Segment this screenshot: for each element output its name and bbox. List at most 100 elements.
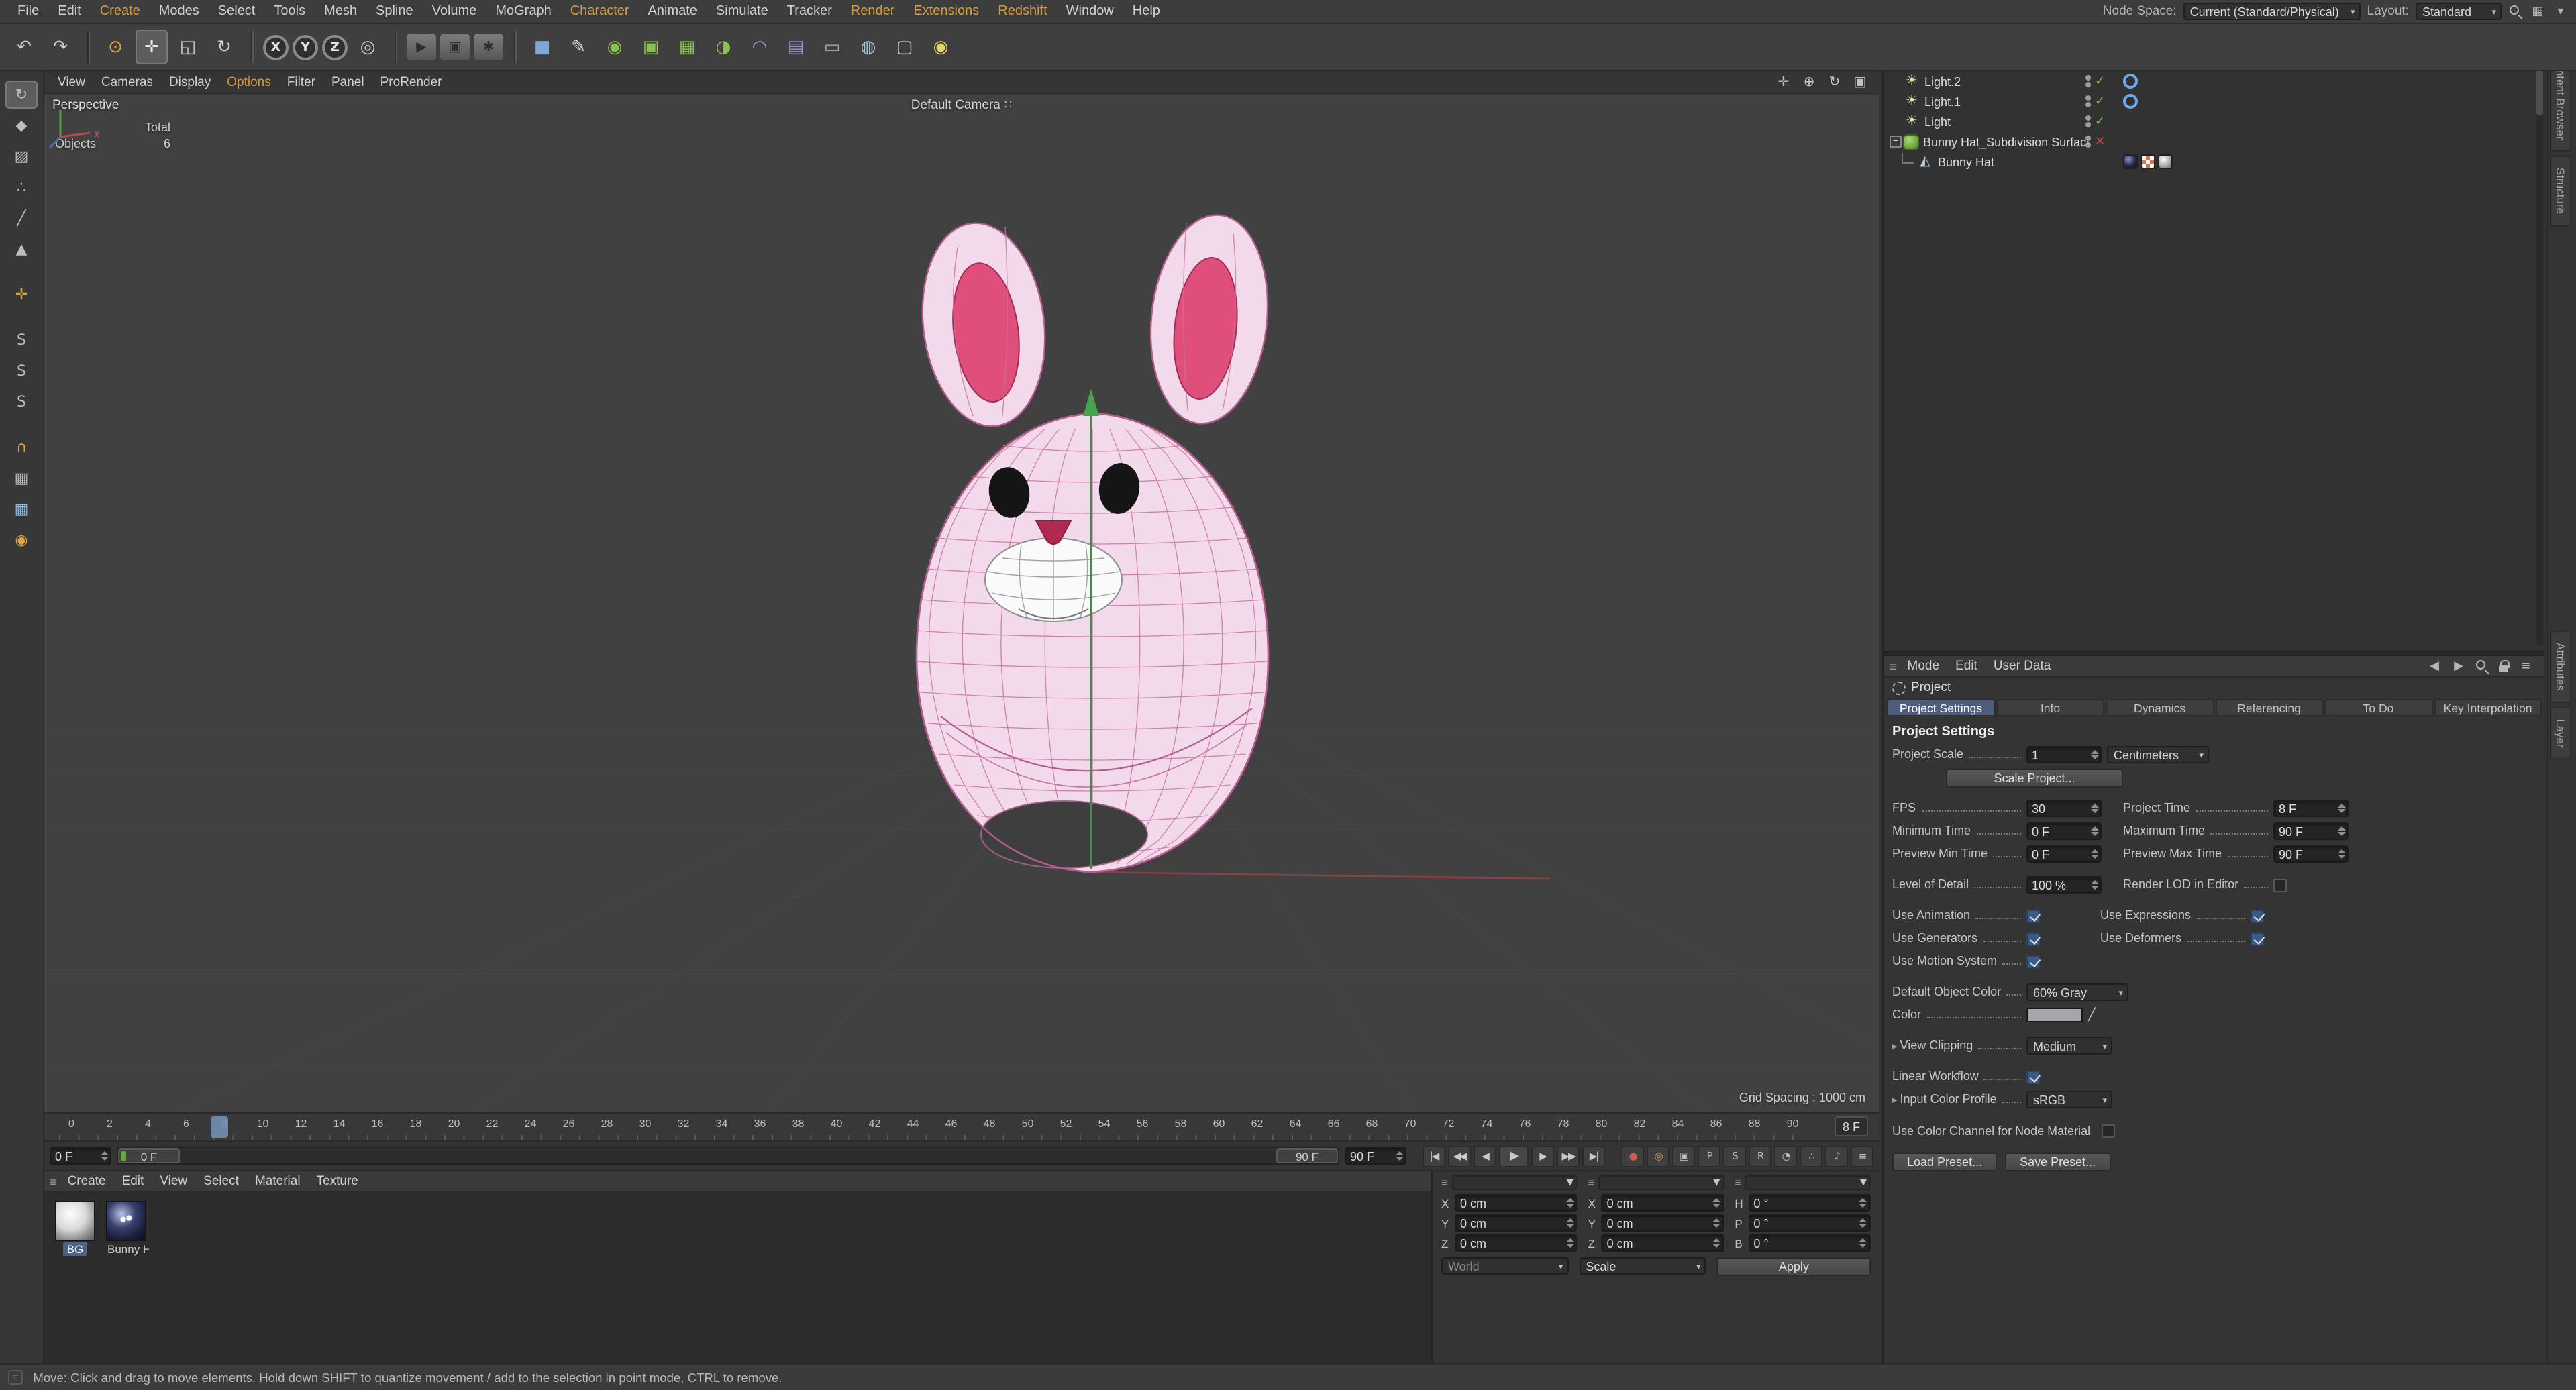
use-animation-checkbox[interactable] xyxy=(2026,909,2040,922)
color-picker-icon[interactable]: ╱ xyxy=(2088,1008,2096,1022)
polygon-mode-button[interactable]: ▲ xyxy=(5,235,38,263)
menu-item[interactable]: View xyxy=(50,74,93,89)
attribute-tab[interactable]: Referencing xyxy=(2215,699,2323,716)
input-color-profile-dropdown[interactable]: sRGB ▾ xyxy=(2026,1091,2112,1108)
range-end-handle[interactable]: 90 F xyxy=(1276,1148,1338,1163)
menu-item[interactable]: Simulate xyxy=(707,4,778,19)
menu-item[interactable]: Modes xyxy=(150,4,209,19)
size-y-field[interactable]: 0 cm xyxy=(1601,1214,1724,1232)
menu-item[interactable]: User Data xyxy=(1986,659,2059,674)
coordinate-system-toggle[interactable]: ◎ xyxy=(352,30,384,64)
bunny-hat-model[interactable] xyxy=(44,94,1879,1112)
visibility-toggles[interactable]: ✕ xyxy=(2085,134,2105,149)
forward-icon[interactable]: ▶ xyxy=(2451,659,2467,673)
menu-item[interactable]: Volume xyxy=(423,4,486,19)
autokeying-button[interactable]: ◎ xyxy=(1647,1145,1669,1167)
maximize-view-icon[interactable]: ▣ xyxy=(1852,74,1868,89)
next-key-button[interactable]: ▶▶ xyxy=(1557,1145,1580,1167)
menu-item[interactable]: Mode xyxy=(1900,659,1948,674)
menu-item[interactable]: Tracker xyxy=(778,4,841,19)
menu-item[interactable]: Edit xyxy=(114,1174,152,1189)
move-tool[interactable]: ✛ xyxy=(136,30,168,64)
viewport-solo-hierarchy-button[interactable]: S xyxy=(5,388,38,416)
undo-button[interactable]: ↶ xyxy=(8,30,40,64)
edge-mode-button[interactable]: ╱ xyxy=(5,204,38,232)
view-clipping-dropdown[interactable]: Medium ▾ xyxy=(2026,1037,2112,1055)
enable-axis-button[interactable]: ✛ xyxy=(5,280,38,309)
size-mode-dropdown[interactable]: ▾ xyxy=(1598,1175,1724,1190)
enabled-check-icon[interactable]: ✓ xyxy=(2095,74,2105,89)
ffd-deformer-button[interactable]: ▤ xyxy=(780,30,812,64)
use-generators-checkbox[interactable] xyxy=(2026,932,2040,945)
fps-field[interactable]: 30 xyxy=(2026,800,2102,817)
timeline-ruler[interactable]: 0246810121416182022242628303234363840424… xyxy=(44,1114,1879,1142)
workplane-button[interactable]: ▦ xyxy=(5,495,38,523)
model-mode-button[interactable]: ◆ xyxy=(5,111,38,140)
panel-grip-icon[interactable]: ≡ xyxy=(1588,1177,1594,1189)
light-button[interactable]: ◉ xyxy=(925,30,957,64)
menu-item[interactable]: File xyxy=(8,4,48,19)
attribute-tab[interactable]: Dynamics xyxy=(2106,699,2214,716)
menu-item[interactable]: Texture xyxy=(309,1174,366,1189)
quantize-button[interactable]: ▦ xyxy=(5,464,38,492)
size-z-field[interactable]: 0 cm xyxy=(1601,1234,1724,1252)
rotate-tool[interactable]: ↻ xyxy=(208,30,240,64)
camera-label[interactable]: Default Camera ∷ xyxy=(44,98,1879,113)
render-lod-checkbox[interactable] xyxy=(2273,878,2287,892)
enabled-check-icon[interactable]: ✓ xyxy=(2095,114,2105,129)
rotation-b-field[interactable]: 0 ° xyxy=(1748,1234,1871,1252)
material-tag[interactable] xyxy=(2123,154,2138,169)
project-time-field[interactable]: 8 F xyxy=(2273,800,2349,817)
disabled-cross-icon[interactable]: ✕ xyxy=(2095,134,2105,149)
menu-item[interactable]: Select xyxy=(195,1174,247,1189)
preview-range-slider[interactable]: 0 F 90 F xyxy=(117,1147,1339,1165)
menu-item[interactable]: View xyxy=(152,1174,195,1189)
use-motion-system-checkbox[interactable] xyxy=(2026,955,2040,968)
layout-dropdown[interactable]: Standard ▾ xyxy=(2416,3,2502,20)
menu-item[interactable]: Help xyxy=(1123,4,1170,19)
menu-item[interactable]: Render xyxy=(841,4,905,19)
record-keyframe-button[interactable]: ● xyxy=(1621,1145,1644,1167)
visibility-toggles[interactable]: ✓ xyxy=(2085,114,2105,129)
attribute-tab[interactable]: Project Settings xyxy=(1887,699,1995,716)
default-color-swatch[interactable] xyxy=(2026,1008,2083,1022)
search-icon[interactable] xyxy=(2475,659,2489,674)
back-icon[interactable]: ◀ xyxy=(2426,659,2442,673)
pan-view-icon[interactable]: ✛ xyxy=(1775,74,1792,89)
menu-item[interactable]: Cameras xyxy=(93,74,161,89)
panel-side-tab[interactable]: Layer xyxy=(2550,706,2571,760)
range-end-field[interactable]: 90 F xyxy=(1345,1147,1406,1165)
rotation-mode-dropdown[interactable]: ▾ xyxy=(1745,1175,1871,1190)
preview-max-field[interactable]: 90 F xyxy=(2273,845,2349,863)
attribute-tab[interactable]: To Do xyxy=(2324,699,2432,716)
visibility-toggles[interactable]: ✓ xyxy=(2085,74,2105,89)
position-z-field[interactable]: 0 cm xyxy=(1455,1234,1578,1252)
panel-grip-icon[interactable]: ≡ xyxy=(1735,1177,1741,1189)
menu-item[interactable]: Edit xyxy=(48,4,90,19)
object-tree[interactable]: Background ☀ Light.2 ✓ ☀ Light.1 ✓ xyxy=(1884,46,2544,651)
rotate-view-icon[interactable]: ↻ xyxy=(1826,74,1843,89)
menu-item[interactable]: Material xyxy=(247,1174,309,1189)
floor-button[interactable]: ▭ xyxy=(816,30,848,64)
panel-side-tab[interactable]: Attributes xyxy=(2550,631,2571,703)
camera-button[interactable]: ▢ xyxy=(888,30,921,64)
preview-min-field[interactable]: 0 F xyxy=(2026,845,2102,863)
material-bunny-hat[interactable]: Bunny H xyxy=(103,1201,149,1256)
x-axis-lock[interactable]: X xyxy=(263,34,289,60)
project-scale-unit-dropdown[interactable]: Centimeters ▾ xyxy=(2107,746,2209,763)
menu-item[interactable]: Extensions xyxy=(904,4,988,19)
toggle-scale-button[interactable]: S xyxy=(1723,1145,1746,1167)
save-preset-button[interactable]: Save Preset... xyxy=(2005,1153,2111,1171)
default-object-color-dropdown[interactable]: 60% Gray ▾ xyxy=(2026,983,2128,1001)
render-view-button[interactable]: ▶ xyxy=(407,34,436,60)
viewport-canvas[interactable]: Perspective Default Camera ∷ Total Object… xyxy=(44,94,1879,1112)
menu-item[interactable]: Create xyxy=(60,1174,114,1189)
menu-item[interactable]: Filter xyxy=(279,74,323,89)
menu-item[interactable]: Options xyxy=(219,74,279,89)
menu-item[interactable]: Mesh xyxy=(315,4,366,19)
toggle-pla-button[interactable]: ∴ xyxy=(1800,1145,1822,1167)
subdivision-surface-button[interactable]: ◉ xyxy=(599,30,631,64)
panel-grip-icon[interactable]: ≡ xyxy=(50,1175,57,1188)
snap-toggle-button[interactable]: ∩ xyxy=(5,433,38,462)
goto-end-button[interactable]: ▶| xyxy=(1582,1145,1605,1167)
